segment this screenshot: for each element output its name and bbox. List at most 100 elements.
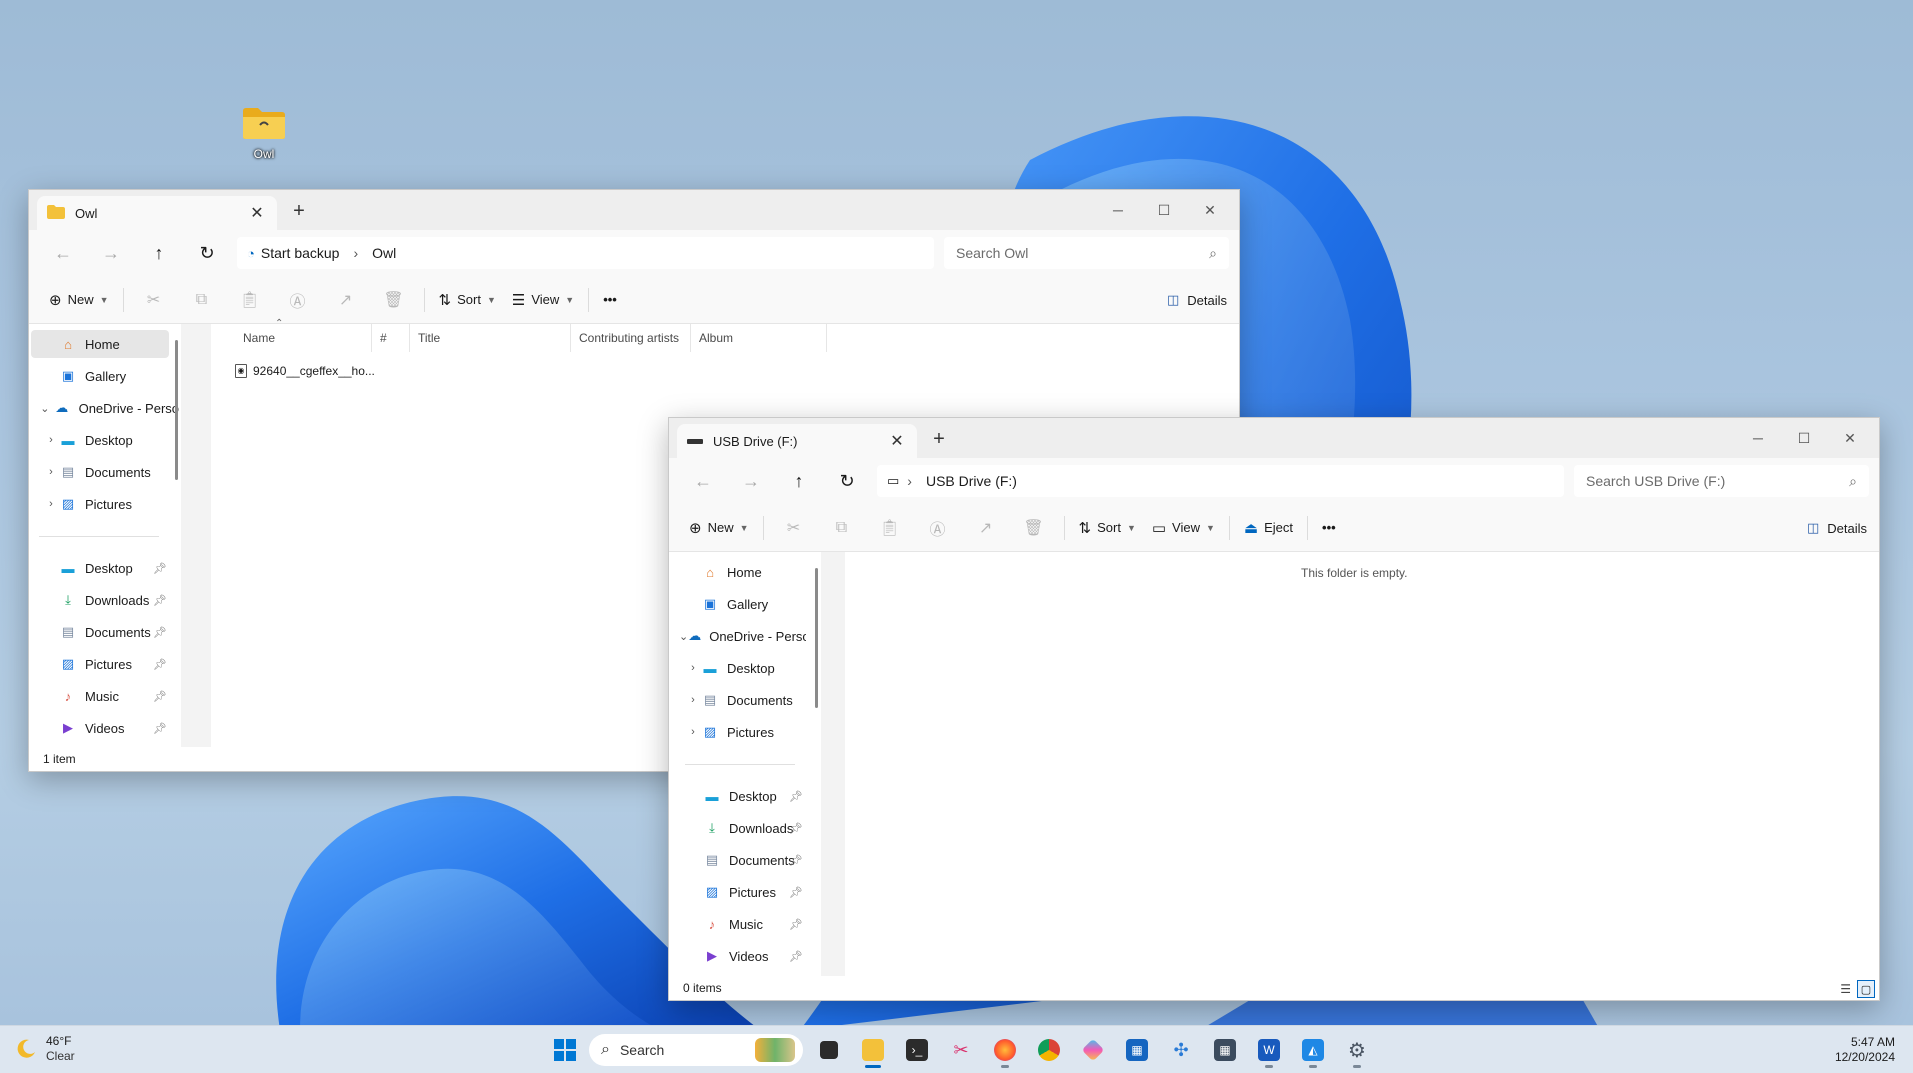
paste-icon[interactable]: 📋︎ (866, 512, 914, 544)
sort-button[interactable]: ⇅ Sort ▼ (431, 284, 504, 316)
close-icon[interactable]: ✕ (887, 431, 907, 451)
nav-item-gallery[interactable]: ▣ Gallery (31, 362, 169, 390)
tiles-view-icon[interactable]: ▢ (1857, 980, 1875, 998)
quick-access-desktop[interactable]: ▬ Desktop 📌︎ (703, 782, 804, 810)
quick-access-pictures[interactable]: ▨ Pictures 📌︎ (59, 650, 167, 678)
new-button[interactable]: ⊕ New ▼ (681, 512, 757, 544)
nav-item-documents[interactable]: › ▤ Documents (43, 458, 173, 486)
back-button[interactable]: ← (679, 465, 727, 497)
quick-access-downloads[interactable]: ⤓ Downloads 📌︎ (59, 586, 167, 614)
quick-access-desktop[interactable]: ▬ Desktop 📌︎ (59, 554, 168, 582)
nav-item-home[interactable]: ⌂ Home (671, 558, 809, 586)
new-button[interactable]: ⊕ New ▼ (41, 284, 117, 316)
forward-button[interactable]: → (727, 465, 775, 497)
tab-usb-drive[interactable]: USB Drive (F:) ✕ (677, 424, 917, 458)
minimize-button[interactable]: ─ (1095, 196, 1141, 224)
details-button[interactable]: ◫ Details (1167, 284, 1227, 316)
refresh-button[interactable]: ↻ (183, 237, 231, 269)
rename-icon[interactable]: Ⓐ (914, 512, 962, 544)
nav-item-pictures[interactable]: › ▨ Pictures (43, 490, 173, 518)
nav-item-home[interactable]: ⌂ Home (31, 330, 169, 358)
new-tab-button[interactable]: + (287, 200, 311, 223)
start-button[interactable] (545, 1032, 585, 1068)
breadcrumb-item[interactable]: Owl (372, 245, 396, 261)
maximize-button[interactable]: ☐ (1781, 424, 1827, 452)
nav-item-onedrive[interactable]: ⌄ ☁ OneDrive - Perso (671, 622, 806, 650)
refresh-button[interactable]: ↻ (823, 465, 871, 497)
view-button[interactable]: ☰ View ▼ (504, 284, 582, 316)
snipping-tool-icon[interactable]: ✂ (939, 1032, 983, 1068)
nav-item-onedrive[interactable]: ⌄ ☁ OneDrive - Perso (31, 394, 179, 422)
quick-access-videos[interactable]: ▶ Videos 📌︎ (703, 942, 803, 970)
new-tab-button[interactable]: + (927, 428, 951, 451)
weather-widget[interactable]: 46°F Clear (14, 1034, 75, 1064)
copilot-icon[interactable] (1071, 1032, 1115, 1068)
up-button[interactable]: ↑ (775, 465, 823, 497)
copy-icon[interactable]: ⧉ (178, 284, 226, 316)
chrome-icon[interactable] (1027, 1032, 1071, 1068)
column-header-name[interactable]: Name (235, 324, 372, 352)
up-button[interactable]: ↑ (135, 237, 183, 269)
system-clock[interactable]: 5:47 AM 12/20/2024 (1835, 1035, 1895, 1065)
taskbar-search[interactable]: ⌕ Search (589, 1034, 803, 1066)
nav-item-desktop[interactable]: › ▬ Desktop (685, 654, 805, 682)
quick-access-pictures[interactable]: ▨ Pictures 📌︎ (703, 878, 803, 906)
column-header-title[interactable]: Title (410, 324, 571, 352)
photos-icon[interactable]: ◭ (1291, 1032, 1335, 1068)
paste-icon[interactable]: 📋︎ (226, 284, 274, 316)
store-icon[interactable]: ▦ (1115, 1032, 1159, 1068)
rename-icon[interactable]: Ⓐ (274, 284, 322, 316)
cut-icon[interactable]: ✂ (130, 284, 178, 316)
desktop-icon-owl[interactable]: Owl (232, 105, 296, 161)
copy-icon[interactable]: ⧉ (818, 512, 866, 544)
more-options-button[interactable]: ••• (1314, 512, 1344, 544)
quick-access-music[interactable]: ♪ Music 📌︎ (703, 910, 803, 938)
list-view-icon[interactable]: ☰ (1840, 982, 1851, 996)
file-explorer-icon[interactable] (851, 1032, 895, 1068)
terminal-icon[interactable]: ›_ (895, 1032, 939, 1068)
view-button[interactable]: ▭ View ▼ (1144, 512, 1223, 544)
details-button[interactable]: ◫ Details (1807, 512, 1867, 544)
breadcrumb[interactable]: ▭ › USB Drive (F:) (877, 465, 1564, 497)
nav-scrollbar[interactable] (815, 568, 818, 708)
delete-icon[interactable]: 🗑︎ (1010, 512, 1058, 544)
breadcrumb-item[interactable]: USB Drive (F:) (926, 473, 1017, 489)
nav-item-pictures[interactable]: › ▨ Pictures (685, 718, 805, 746)
back-button[interactable]: ← (39, 237, 87, 269)
column-header-artists[interactable]: Contributing artists (571, 324, 691, 352)
nav-scrollbar[interactable] (175, 340, 178, 480)
forward-button[interactable]: → (87, 237, 135, 269)
share-icon[interactable]: ↗ (962, 512, 1010, 544)
settings-app-icon[interactable]: ✣ (1159, 1032, 1203, 1068)
delete-icon[interactable]: 🗑︎ (370, 284, 418, 316)
quick-access-documents[interactable]: ▤ Documents 📌︎ (59, 618, 167, 646)
nav-item-desktop[interactable]: › ▬ Desktop (43, 426, 173, 454)
sort-button[interactable]: ⇅ Sort ▼ (1071, 512, 1144, 544)
close-icon[interactable]: ✕ (247, 203, 267, 223)
nav-item-documents[interactable]: › ▤ Documents (685, 686, 805, 714)
word-icon[interactable]: W (1247, 1032, 1291, 1068)
column-header-number[interactable]: # (372, 324, 410, 352)
quick-access-documents[interactable]: ▤ Documents 📌︎ (703, 846, 803, 874)
minimize-button[interactable]: ─ (1735, 424, 1781, 452)
breadcrumb[interactable]: ◔ Start backup › Owl (237, 237, 934, 269)
search-input[interactable]: Search Owl ⌕ (944, 237, 1229, 269)
quick-access-music[interactable]: ♪ Music 📌︎ (59, 682, 167, 710)
firefox-icon[interactable] (983, 1032, 1027, 1068)
close-window-button[interactable]: ✕ (1827, 424, 1873, 452)
quick-access-videos[interactable]: ▶ Videos 📌︎ (59, 714, 167, 742)
search-input[interactable]: Search USB Drive (F:) ⌕ (1574, 465, 1869, 497)
quick-access-downloads[interactable]: ⤓ Downloads 📌︎ (703, 814, 803, 842)
tab-owl[interactable]: Owl ✕ (37, 196, 277, 230)
close-window-button[interactable]: ✕ (1187, 196, 1233, 224)
gear-icon[interactable]: ⚙ (1335, 1032, 1379, 1068)
more-options-button[interactable]: ••• (595, 284, 625, 316)
calculator-icon[interactable]: ▦ (1203, 1032, 1247, 1068)
maximize-button[interactable]: ☐ (1141, 196, 1187, 224)
share-icon[interactable]: ↗ (322, 284, 370, 316)
cut-icon[interactable]: ✂ (770, 512, 818, 544)
breadcrumb-item[interactable]: Start backup (261, 245, 340, 261)
eject-button[interactable]: ⏏ Eject (1236, 512, 1301, 544)
task-view-icon[interactable] (807, 1032, 851, 1068)
column-header-album[interactable]: Album (691, 324, 827, 352)
